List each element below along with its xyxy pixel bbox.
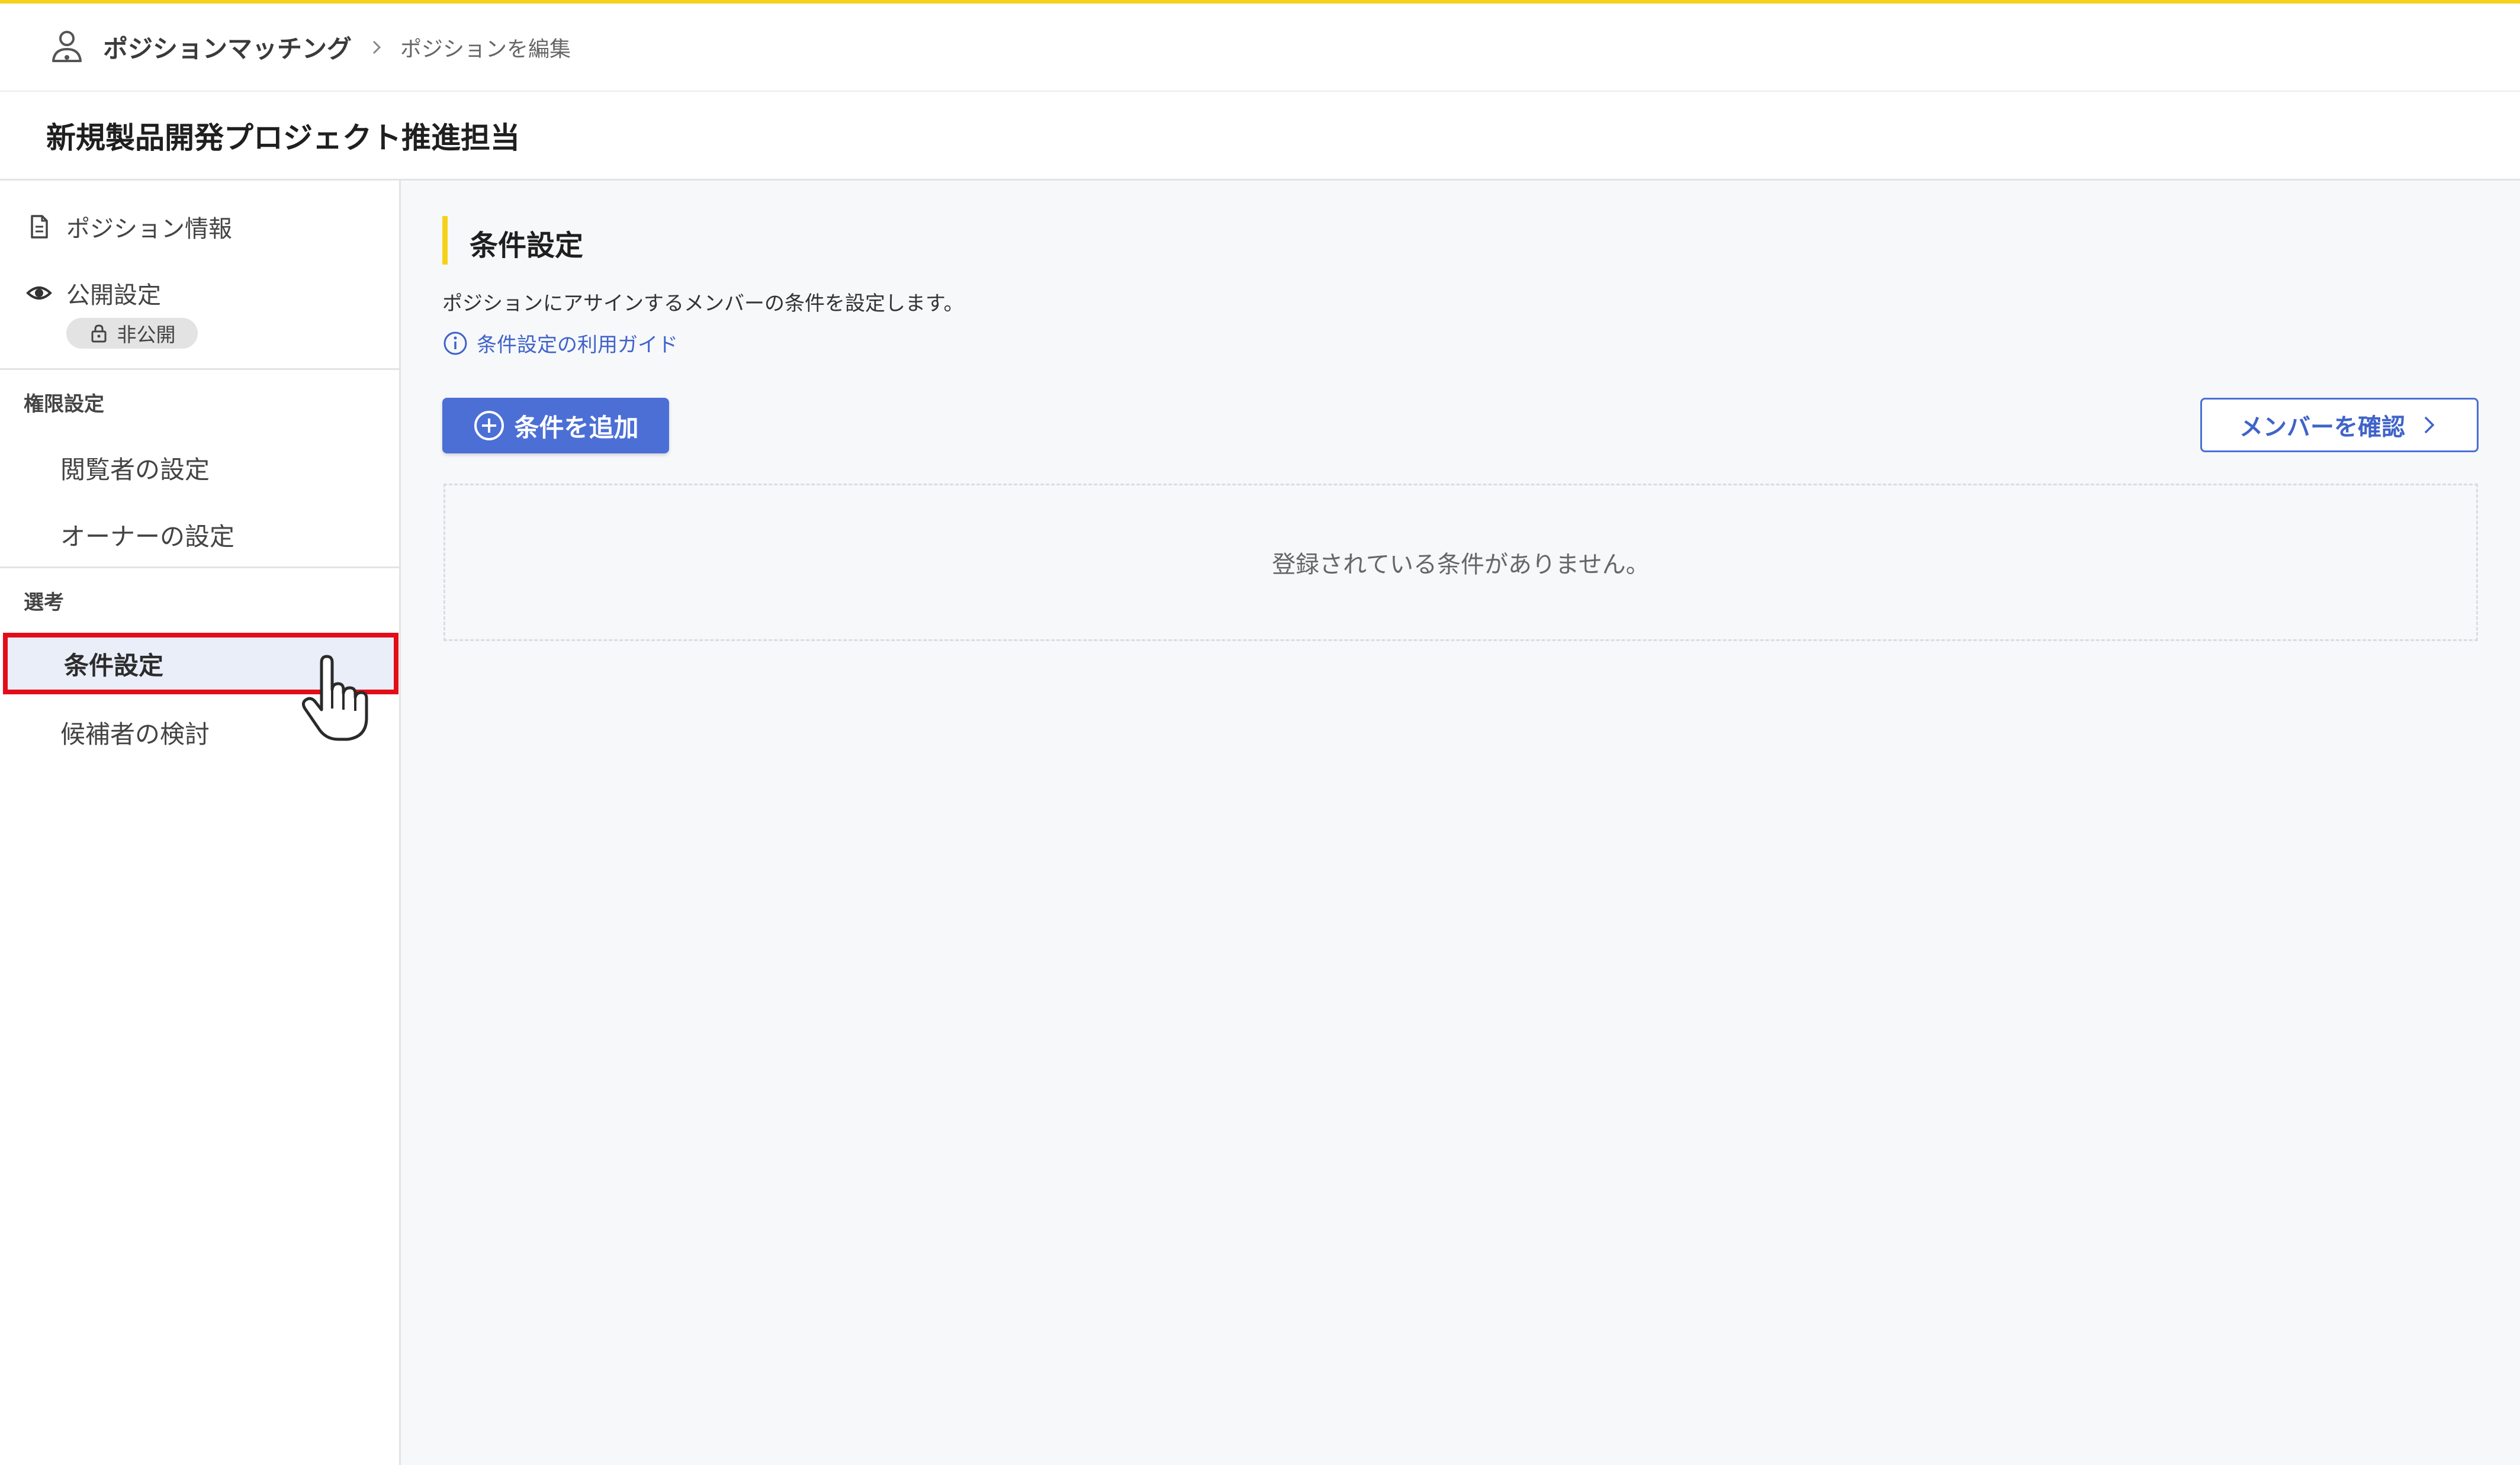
lock-icon (91, 324, 106, 343)
sidebar-item-owner-setting[interactable]: オーナーの設定 (60, 517, 234, 553)
check-members-label: メンバーを確認 (2239, 414, 2405, 441)
status-badge-label: 非公開 (117, 323, 176, 346)
eye-icon (26, 286, 52, 300)
check-members-button[interactable]: メンバーを確認 (2200, 398, 2479, 452)
sidebar-item-candidate-review[interactable]: 候補者の検討 (60, 714, 210, 751)
empty-message: 登録されている条件がありません。 (1272, 551, 1650, 578)
section-description: ポジションにアサインするメンバーの条件を設定します。 (442, 292, 964, 315)
hand-cursor-icon (301, 655, 368, 741)
chevron-right-icon (2424, 416, 2435, 434)
header-bar: ポジションマッチング ポジションを編集 (0, 0, 2520, 92)
guide-link-label: 条件設定の利用ガイド (477, 333, 678, 357)
person-match-icon (52, 30, 82, 62)
title-bar: 新規製品開発プロジェクト推進担当 (0, 92, 2520, 181)
section-heading-selection: 選考 (24, 591, 64, 614)
breadcrumb-app-link[interactable]: ポジションマッチング (103, 29, 352, 65)
status-badge: 非公開 (66, 318, 198, 349)
breadcrumb-current: ポジションを編集 (400, 37, 571, 62)
sidebar-item-label: 条件設定 (64, 651, 164, 680)
sidebar-item-label: 公開設定 (66, 282, 161, 309)
chevron-right-icon (372, 40, 381, 54)
add-condition-button[interactable]: 条件を追加 (442, 398, 669, 453)
main-content: 条件設定 ポジションにアサインするメンバーの条件を設定します。 条件設定の利用ガ… (401, 181, 2520, 1465)
sidebar-item-label: ポジション情報 (66, 215, 232, 243)
divider (0, 368, 399, 370)
page-title: 新規製品開発プロジェクト推進担当 (46, 120, 520, 155)
app: ポジションマッチング ポジションを編集 新規製品開発プロジェクト推進担当 ポジシ… (0, 0, 2520, 1465)
guide-link[interactable]: 条件設定の利用ガイド (442, 329, 678, 358)
plus-circle-icon (474, 411, 504, 440)
sidebar-item-viewer-setting[interactable]: 閲覧者の設定 (60, 450, 210, 486)
info-icon (443, 331, 467, 355)
document-icon (31, 215, 48, 239)
add-condition-label: 条件を追加 (514, 413, 639, 442)
sidebar-item-position-info[interactable]: ポジション情報 (0, 206, 399, 247)
divider (0, 566, 399, 568)
section-heading-permissions: 権限設定 (24, 392, 104, 416)
section-accent-bar (442, 216, 448, 265)
empty-conditions-box: 登録されている条件がありません。 (443, 484, 2478, 641)
sidebar: ポジション情報 公開設定 非公開 権限設定 閲覧者の設定 オーナーの設定 選考 … (0, 181, 401, 1465)
sidebar-item-publish[interactable]: 公開設定 (0, 272, 399, 314)
section-title: 条件設定 (470, 229, 584, 262)
